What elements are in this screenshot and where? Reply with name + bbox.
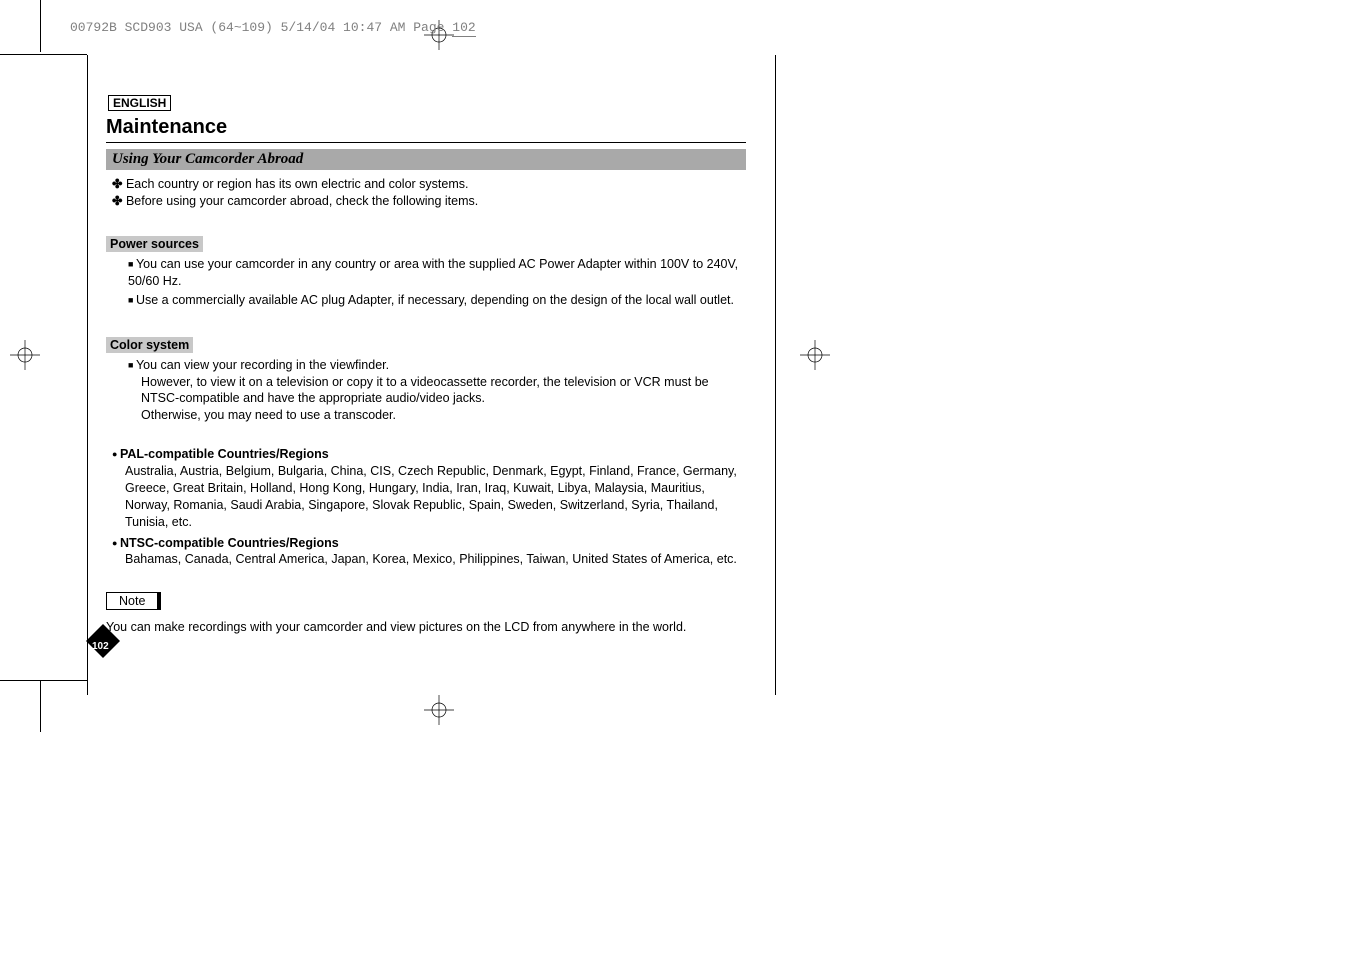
registration-mark-icon bbox=[800, 340, 830, 370]
print-job-page: 102 bbox=[452, 20, 475, 37]
list-item: You can use your camcorder in any countr… bbox=[128, 256, 746, 290]
crop-mark bbox=[40, 680, 41, 732]
list-item: You can view your recording in the viewf… bbox=[128, 357, 746, 425]
color-list: You can view your recording in the viewf… bbox=[128, 357, 746, 425]
list-item-cont: Otherwise, you may need to use a transco… bbox=[128, 407, 746, 424]
intro-list: Each country or region has its own elect… bbox=[112, 176, 746, 208]
registration-mark-icon bbox=[424, 695, 454, 725]
list-item: Use a commercially available AC plug Ada… bbox=[128, 292, 746, 309]
page-frame-line bbox=[87, 55, 88, 695]
list-item-cont: However, to view it on a television or c… bbox=[128, 374, 746, 408]
page-frame-line bbox=[775, 55, 776, 695]
crop-mark bbox=[40, 0, 41, 52]
note-label-box: Note bbox=[106, 592, 161, 610]
region-heading: PAL-compatible Countries/Regions bbox=[112, 447, 329, 461]
note-text: You can make recordings with your camcor… bbox=[106, 620, 746, 634]
print-job-slug: 00792B SCD903 USA (64~109) 5/14/04 10:47… bbox=[70, 20, 452, 35]
list-item: NTSC-compatible Countries/Regions Bahama… bbox=[112, 535, 746, 569]
page-number: 102 bbox=[92, 641, 109, 652]
crop-mark bbox=[0, 54, 87, 55]
manual-page: ENGLISH Maintenance Using Your Camcorder… bbox=[106, 95, 746, 634]
power-list: You can use your camcorder in any countr… bbox=[128, 256, 746, 309]
list-item: PAL-compatible Countries/Regions Austral… bbox=[112, 446, 746, 530]
registration-mark-icon bbox=[10, 340, 40, 370]
crop-mark bbox=[0, 680, 87, 681]
region-body: Bahamas, Canada, Central America, Japan,… bbox=[112, 551, 746, 568]
language-badge: ENGLISH bbox=[108, 95, 171, 111]
page-title: Maintenance bbox=[106, 116, 746, 143]
list-item-lead: You can view your recording in the viewf… bbox=[136, 358, 389, 372]
subsection-heading: Power sources bbox=[106, 236, 203, 252]
print-job-header: 00792B SCD903 USA (64~109) 5/14/04 10:47… bbox=[70, 20, 476, 35]
region-heading: NTSC-compatible Countries/Regions bbox=[112, 536, 339, 550]
subsection-heading: Color system bbox=[106, 337, 193, 353]
region-body: Australia, Austria, Belgium, Bulgaria, C… bbox=[112, 463, 746, 531]
list-item: Before using your camcorder abroad, chec… bbox=[112, 193, 746, 208]
section-heading: Using Your Camcorder Abroad bbox=[106, 149, 746, 170]
list-item: Each country or region has its own elect… bbox=[112, 176, 746, 191]
regions-list: PAL-compatible Countries/Regions Austral… bbox=[112, 446, 746, 568]
